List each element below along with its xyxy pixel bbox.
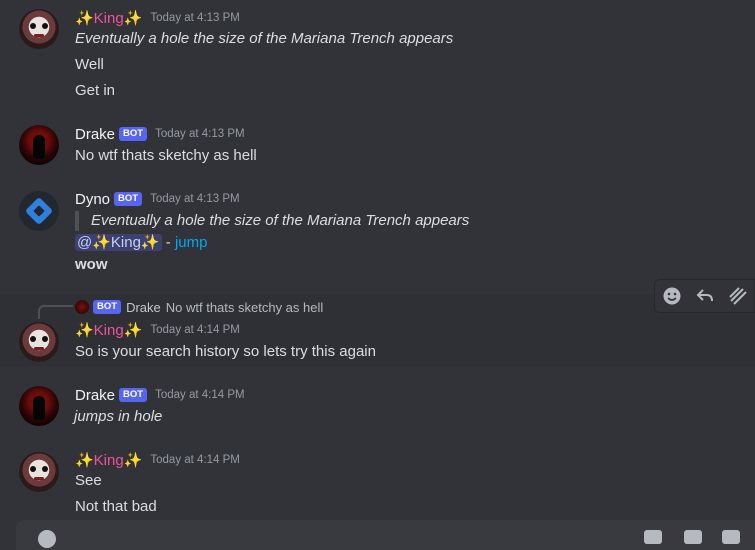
reply-preview[interactable]: BOT Drake No wtf thats sketchy as hell: [75, 298, 323, 316]
attach-plus-icon[interactable]: [38, 530, 56, 548]
message-text: wow: [75, 256, 108, 273]
message-dyno: Dyno BOT Today at 4:13 PM Eventually a h…: [0, 183, 755, 283]
timestamp: Today at 4:14 PM: [150, 454, 240, 466]
gif-icon[interactable]: [684, 530, 702, 544]
jump-link[interactable]: jump: [175, 234, 208, 251]
username-dyno[interactable]: Dyno: [75, 191, 110, 208]
message-text: Eventually a hole the size of the Marian…: [75, 30, 454, 47]
reply-avatar: [75, 300, 89, 314]
timestamp: Today at 4:13 PM: [150, 12, 240, 24]
reply-icon[interactable]: [693, 284, 717, 308]
message-king-3: ✨King✨ Today at 4:14 PM See Not that bad: [0, 443, 755, 519]
message-king-1: ✨King✨ Today at 4:13 PM Eventually a hol…: [0, 0, 755, 106]
sticker-icon[interactable]: [722, 530, 740, 544]
add-reaction-icon[interactable]: [660, 284, 684, 308]
message-text: Well: [75, 56, 104, 73]
mention-line: @✨King✨ - jump: [75, 233, 207, 253]
bot-badge: BOT: [119, 127, 148, 141]
message-text: jumps in hole: [74, 408, 163, 425]
gift-icon[interactable]: [644, 530, 662, 544]
avatar-dyno[interactable]: [19, 191, 59, 231]
quoted-text: Eventually a hole the size of the Marian…: [75, 211, 469, 231]
message-text: So is your search history so lets try th…: [75, 343, 376, 360]
user-mention[interactable]: @✨King✨: [75, 234, 162, 251]
message-text: No wtf thats sketchy as hell: [75, 147, 257, 164]
create-thread-icon[interactable]: [726, 284, 750, 308]
bot-badge: BOT: [93, 300, 122, 314]
message-text: Get in: [75, 82, 116, 99]
timestamp: Today at 4:13 PM: [150, 193, 240, 205]
message-drake-1: Drake BOT Today at 4:13 PM No wtf thats …: [0, 118, 755, 172]
timestamp: Today at 4:13 PM: [155, 128, 245, 140]
bot-badge: BOT: [119, 388, 148, 402]
message-composer[interactable]: [16, 520, 755, 550]
reply-username[interactable]: Drake: [126, 300, 161, 315]
reply-connector: [38, 305, 73, 319]
username-king[interactable]: ✨King✨: [75, 321, 142, 339]
avatar-drake[interactable]: [19, 386, 59, 426]
bot-badge: BOT: [114, 192, 143, 206]
avatar-king[interactable]: [19, 322, 59, 362]
username-king[interactable]: ✨King✨: [75, 451, 142, 469]
message-text: See: [75, 472, 102, 489]
username-king[interactable]: ✨King✨: [75, 9, 142, 27]
avatar-king[interactable]: [19, 452, 59, 492]
dyno-logo-icon: [24, 196, 54, 226]
reply-text[interactable]: No wtf thats sketchy as hell: [166, 300, 324, 315]
timestamp: Today at 4:14 PM: [150, 324, 240, 336]
avatar-king[interactable]: [19, 9, 59, 49]
username-drake[interactable]: Drake: [75, 126, 115, 143]
message-drake-2: Drake BOT Today at 4:14 PM jumps in hole: [0, 378, 755, 430]
separator: -: [161, 234, 175, 251]
avatar-drake[interactable]: [19, 125, 59, 165]
message-text: Not that bad: [75, 498, 157, 515]
message-actions-toolbar: [654, 279, 755, 313]
username-drake[interactable]: Drake: [75, 387, 115, 404]
timestamp: Today at 4:14 PM: [155, 389, 245, 401]
